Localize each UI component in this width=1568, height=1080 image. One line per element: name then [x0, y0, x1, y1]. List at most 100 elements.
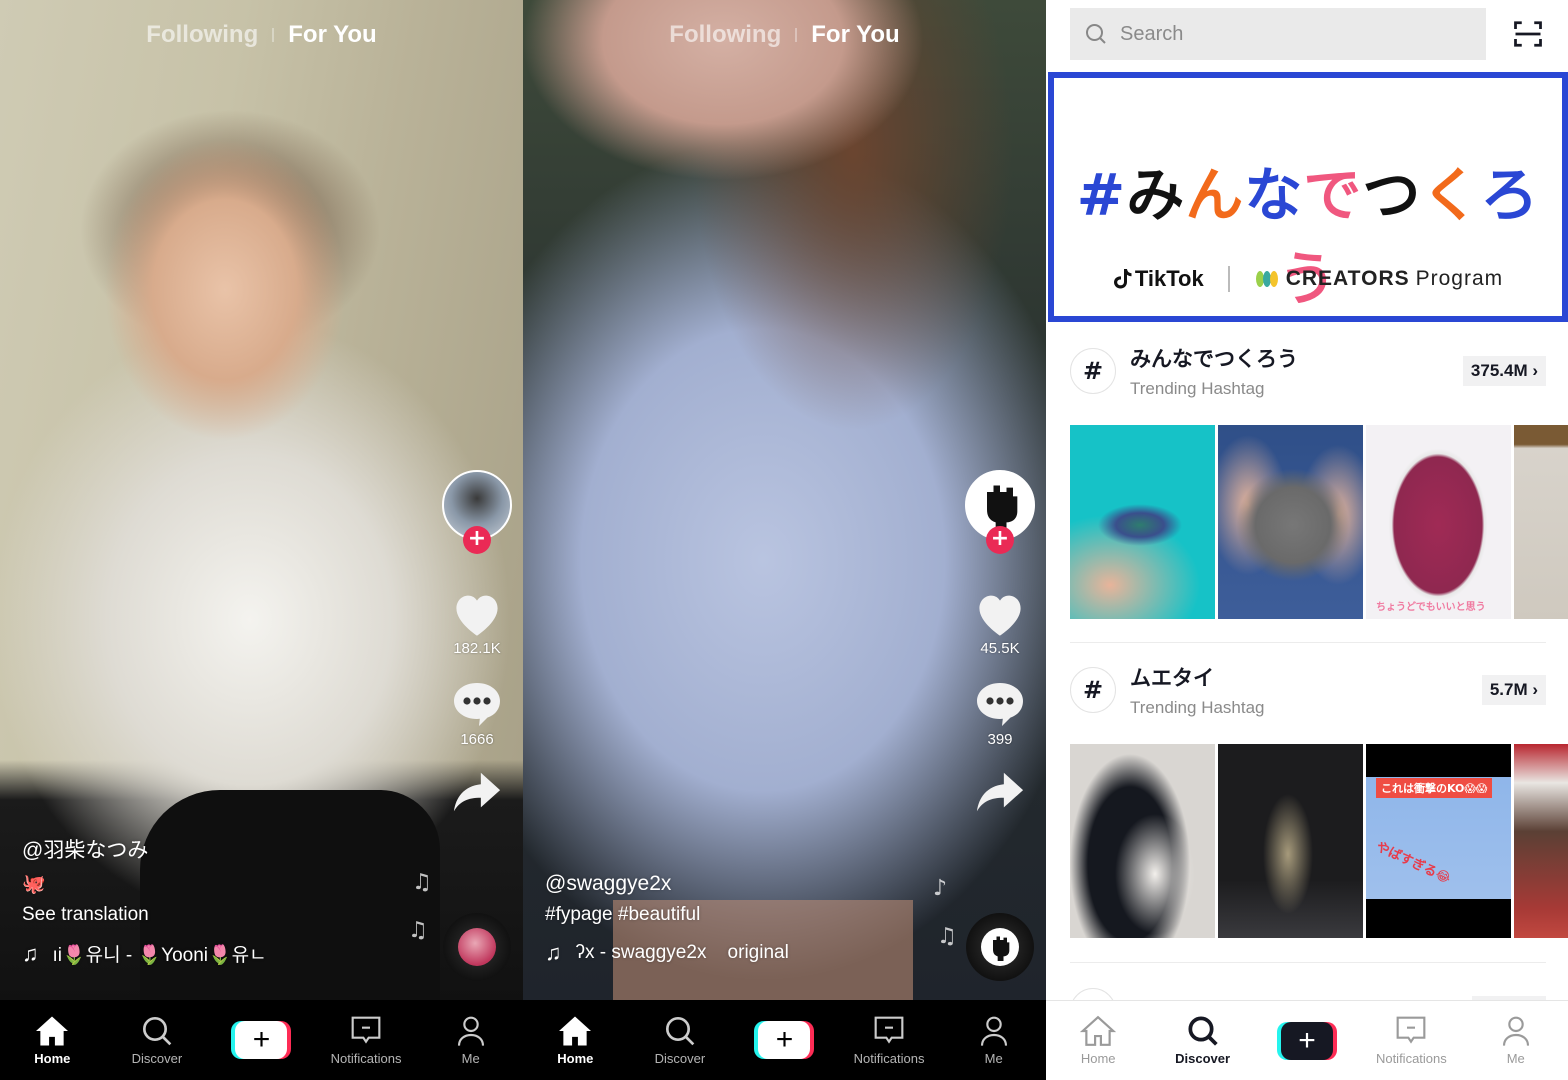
video-thumbnail[interactable]: [1218, 744, 1363, 938]
tab-divider: [795, 27, 798, 42]
share-button[interactable]: [975, 770, 1025, 814]
username[interactable]: @swaggye2x: [545, 872, 789, 896]
bottom-nav: Home Discover + Notifications Me: [523, 1000, 1046, 1080]
hashtag-name: みんなでつくろう: [1130, 347, 1298, 371]
creator-avatar[interactable]: +: [442, 470, 512, 554]
nav-notifications-label: Notifications: [1375, 1051, 1447, 1066]
create-button[interactable]: +: [754, 1021, 815, 1059]
nav-notifications[interactable]: Notifications: [318, 1015, 414, 1066]
scan-icon: [1514, 21, 1542, 47]
home-icon: [1080, 1015, 1117, 1046]
nav-me[interactable]: Me: [946, 1015, 1042, 1066]
comment-icon: [977, 683, 1023, 726]
thumbnail-caption: ちょうどでもいいと思う: [1376, 602, 1486, 613]
search-bar[interactable]: [1070, 8, 1486, 60]
fist-icon: [993, 936, 1010, 961]
follow-button[interactable]: +: [463, 526, 491, 554]
discover-screen: #みんなでつくろう TikTok CREATORSProgram # みんなでつ…: [1046, 0, 1568, 1080]
music-cover: [981, 928, 1019, 966]
nav-me[interactable]: Me: [1468, 1015, 1564, 1066]
section-divider: [1070, 962, 1546, 963]
create-button[interactable]: +: [231, 1021, 292, 1059]
comment-button[interactable]: 1666: [451, 679, 503, 748]
nav-home[interactable]: Home: [1050, 1015, 1146, 1066]
nav-create[interactable]: +: [213, 1021, 309, 1059]
music-ticker[interactable]: ♫ ıi🌷유니 - 🌷Yooni🌷유ㄴ: [22, 940, 267, 967]
nav-notifications-label: Notifications: [330, 1050, 402, 1066]
nav-notifications[interactable]: Notifications: [841, 1015, 937, 1066]
like-button[interactable]: 45.5K: [974, 590, 1026, 657]
music-disc[interactable]: [443, 913, 511, 981]
nav-notifications[interactable]: Notifications: [1363, 1015, 1459, 1066]
video-thumbnail[interactable]: これは衝撃のKO😱😱 やばすぎる😂: [1366, 744, 1511, 938]
nav-me-label: Me: [984, 1050, 1003, 1066]
follow-button[interactable]: +: [986, 526, 1014, 554]
banner-footer: TikTok CREATORS Program: [1054, 266, 1562, 292]
comment-button[interactable]: 399: [974, 679, 1026, 748]
profile-icon: [457, 1016, 484, 1046]
nav-discover-label: Discover: [1175, 1051, 1231, 1066]
bottom-nav: Home Discover + Notifications Me: [0, 1000, 523, 1080]
hashtag-name: ムエタイ: [1130, 666, 1214, 690]
hashtag-icon: #: [1070, 348, 1116, 394]
hashtag-subtitle: Trending Hashtag: [1130, 379, 1265, 398]
profile-icon: [1502, 1016, 1529, 1046]
home-icon: [36, 1015, 69, 1046]
comment-count: 1666: [460, 731, 494, 748]
thumbnail-caption: やばすぎる😂: [1373, 839, 1453, 888]
fist-icon: [987, 485, 1018, 531]
creators-leaf-icon: [1255, 271, 1278, 287]
creators-label: CREATORS: [1285, 267, 1410, 290]
video-thumbnail[interactable]: [1218, 425, 1363, 619]
tab-following[interactable]: Following: [669, 21, 781, 49]
nav-home[interactable]: Home: [527, 1015, 623, 1066]
nav-discover[interactable]: Discover: [109, 1015, 205, 1066]
video-thumbnail[interactable]: [1070, 425, 1215, 619]
like-count: 182.1K: [453, 640, 501, 657]
nav-create[interactable]: +: [1259, 1021, 1355, 1060]
hashtag-view-count[interactable]: 5.7M ›: [1481, 675, 1546, 705]
feed-tabs: Following For You: [0, 20, 523, 49]
hashtag-view-count[interactable]: 375.4M ›: [1462, 356, 1546, 386]
comment-icon: [454, 683, 500, 726]
like-button[interactable]: 182.1K: [451, 590, 503, 657]
search-input[interactable]: [1120, 22, 1460, 46]
caption-hashtags[interactable]: #fypage #beautiful: [545, 904, 789, 926]
video-thumbnail[interactable]: [1070, 744, 1215, 938]
nav-home-label: Home: [557, 1050, 594, 1066]
hashtag-video-thumbnails: ちょうどでもいいと思う: [1070, 425, 1568, 619]
scan-button[interactable]: [1510, 16, 1546, 52]
nav-discover[interactable]: Discover: [1155, 1015, 1251, 1066]
music-title: ıi🌷유니 - 🌷Yooni🌷유ㄴ: [52, 945, 267, 966]
tab-for-you[interactable]: For You: [811, 21, 899, 49]
video-caption: @swaggye2x #fypage #beautiful ♫ ʔx - swa…: [545, 872, 789, 966]
hashtag-video-thumbnails: これは衝撃のKO😱😱 やばすぎる😂: [1070, 744, 1568, 938]
hashtag-row[interactable]: # みんなでつくろう Trending Hashtag 375.4M ›: [1070, 336, 1546, 406]
creator-avatar[interactable]: +: [965, 470, 1035, 554]
video-thumbnail[interactable]: ちょうどでもいいと思う: [1366, 425, 1511, 619]
nav-me[interactable]: Me: [423, 1015, 519, 1066]
home-icon: [559, 1015, 592, 1046]
tab-for-you[interactable]: For You: [288, 21, 376, 49]
video-thumbnail[interactable]: [1514, 425, 1568, 619]
comment-count: 399: [987, 731, 1013, 748]
see-translation-link[interactable]: See translation: [22, 904, 267, 926]
nav-create[interactable]: +: [736, 1021, 832, 1059]
profile-icon: [980, 1016, 1007, 1046]
hashtag-row[interactable]: # ムエタイ Trending Hashtag 5.7M ›: [1070, 655, 1546, 725]
feed-screen-1: Following For You + 182.1K 1666 ♫ ♫ @羽柴なつ…: [0, 0, 523, 1080]
create-button[interactable]: +: [1276, 1021, 1337, 1060]
creators-program-logo: CREATORS Program: [1254, 267, 1503, 291]
nav-home[interactable]: Home: [4, 1015, 100, 1066]
promo-banner[interactable]: #みんなでつくろう TikTok CREATORS Program: [1048, 72, 1568, 322]
share-icon: [976, 772, 1024, 812]
video-thumbnail[interactable]: [1514, 744, 1568, 938]
nav-discover[interactable]: Discover: [632, 1015, 728, 1066]
banner-title-char: み: [1126, 161, 1186, 229]
username[interactable]: @羽柴なつみ: [22, 834, 267, 864]
hashtag-subtitle: Trending Hashtag: [1130, 698, 1265, 717]
music-ticker[interactable]: ♫ ʔx - swaggye2x original: [545, 940, 789, 966]
tab-following[interactable]: Following: [146, 21, 258, 49]
music-disc[interactable]: [966, 913, 1034, 981]
share-button[interactable]: [452, 770, 502, 814]
